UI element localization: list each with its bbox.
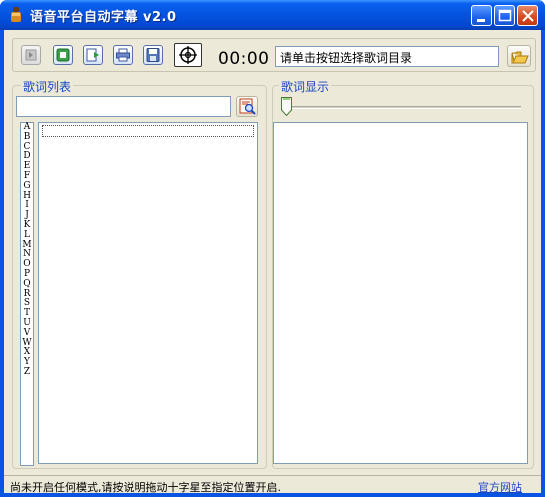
- app-icon: [11, 7, 21, 22]
- lyrics-search-input[interactable]: [16, 96, 231, 117]
- minimize-icon: [477, 19, 485, 22]
- play-icon: [25, 49, 37, 61]
- app-window: 语音平台自动字幕 v2.0 00:00 请单击按钮选择歌词目录 歌词列表 A B…: [0, 0, 545, 497]
- close-button[interactable]: [517, 5, 538, 26]
- export-button[interactable]: [83, 45, 103, 65]
- client-area: 00:00 请单击按钮选择歌词目录 歌词列表 ABCDEFGHIJKLMNOPQ…: [4, 30, 541, 495]
- status-message: 尚未开启任何模式,请按说明拖动十字星至指定位置开启.: [10, 481, 281, 494]
- maximize-button[interactable]: [494, 5, 515, 26]
- save-icon: [146, 48, 160, 62]
- stop-button[interactable]: [53, 45, 73, 65]
- lyrics-display-area[interactable]: [273, 122, 528, 464]
- search-button[interactable]: [236, 96, 258, 117]
- lyrics-slider-track[interactable]: [285, 106, 521, 109]
- close-icon: [522, 10, 534, 22]
- time-display: 00:00: [218, 49, 270, 69]
- stop-icon: [56, 48, 70, 62]
- status-bar: 尚未开启任何模式,请按说明拖动十字星至指定位置开启. 官方网站: [4, 475, 541, 495]
- export-icon: [86, 48, 99, 62]
- toolbar: 00:00 请单击按钮选择歌词目录: [12, 38, 536, 72]
- maximize-icon: [498, 9, 512, 22]
- song-list[interactable]: [38, 122, 258, 464]
- alphabet-index: ABCDEFGHIJKLMNOPQRSTUVWXYZ: [20, 122, 34, 466]
- crosshair-icon: [179, 46, 197, 64]
- lyrics-slider-thumb[interactable]: [281, 97, 292, 116]
- list-focus-row: [42, 125, 254, 137]
- lyrics-directory-field[interactable]: 请单击按钮选择歌词目录: [275, 46, 499, 67]
- play-button[interactable]: [21, 45, 41, 65]
- folder-open-icon: [511, 51, 529, 64]
- alphabet-letter-z[interactable]: Z: [21, 367, 33, 378]
- lyrics-list-title: 歌词列表: [21, 78, 74, 95]
- lyrics-display-title: 歌词显示: [279, 78, 332, 95]
- search-icon: [239, 98, 256, 115]
- save-button[interactable]: [143, 45, 163, 65]
- print-icon: [116, 48, 130, 62]
- official-website-link[interactable]: 官方网站: [478, 479, 522, 495]
- minimize-button[interactable]: [471, 5, 492, 26]
- print-button[interactable]: [113, 45, 133, 65]
- browse-folder-button[interactable]: [507, 45, 531, 67]
- crosshair-button[interactable]: [174, 43, 202, 67]
- title-bar[interactable]: 语音平台自动字幕 v2.0: [0, 0, 545, 30]
- window-title: 语音平台自动字幕 v2.0: [30, 10, 177, 25]
